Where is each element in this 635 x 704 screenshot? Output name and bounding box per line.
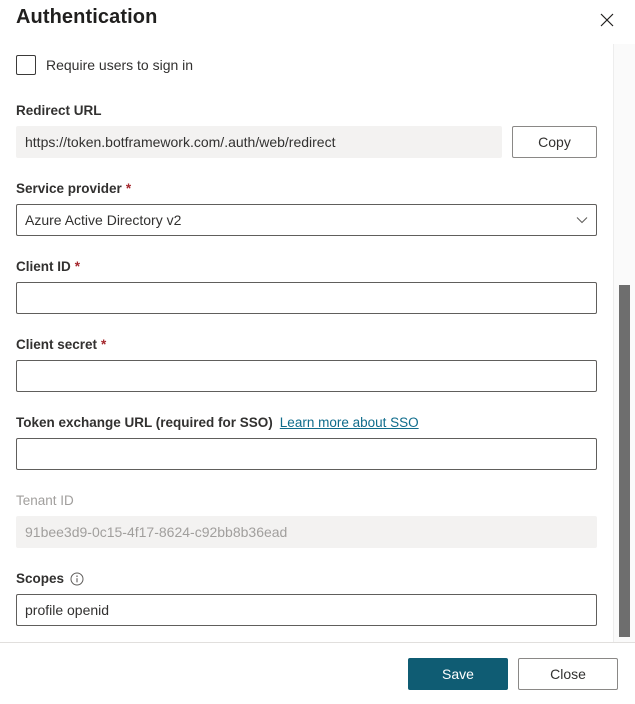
scopes-label: Scopes bbox=[16, 570, 597, 588]
redirect-url-label-text: Redirect URL bbox=[16, 103, 102, 118]
authentication-panel: Authentication Require users to sign in … bbox=[0, 0, 635, 704]
service-provider-dropdown[interactable]: Azure Active Directory v2 bbox=[16, 204, 597, 236]
tenant-id-label-text: Tenant ID bbox=[16, 493, 74, 508]
close-button[interactable]: Close bbox=[518, 658, 618, 690]
chevron-down-icon bbox=[576, 216, 588, 224]
require-signin-checkbox[interactable] bbox=[16, 55, 36, 75]
token-exchange-url-field: Token exchange URL (required for SSO) Le… bbox=[16, 414, 597, 470]
scopes-input[interactable] bbox=[16, 594, 597, 626]
token-exchange-url-label-text: Token exchange URL (required for SSO) bbox=[16, 415, 273, 430]
redirect-url-label: Redirect URL bbox=[16, 102, 597, 120]
panel-header: Authentication bbox=[0, 0, 635, 44]
token-exchange-url-input[interactable] bbox=[16, 438, 597, 470]
redirect-url-value: https://token.botframework.com/.auth/web… bbox=[16, 126, 502, 158]
require-signin-label: Require users to sign in bbox=[46, 57, 194, 73]
scopes-label-text: Scopes bbox=[16, 571, 65, 586]
tenant-id-field: Tenant ID 91bee3d9-0c15-4f17-8624-c92bb8… bbox=[16, 492, 597, 548]
info-circle-icon[interactable] bbox=[70, 572, 84, 586]
service-provider-label: Service provider * bbox=[16, 180, 597, 198]
tenant-id-label: Tenant ID bbox=[16, 492, 597, 510]
save-button[interactable]: Save bbox=[408, 658, 508, 690]
client-secret-input[interactable] bbox=[16, 360, 597, 392]
client-secret-field: Client secret * bbox=[16, 336, 597, 392]
panel-scrollbar-track[interactable] bbox=[613, 44, 635, 642]
copy-redirect-url-button[interactable]: Copy bbox=[512, 126, 597, 158]
learn-more-sso-link[interactable]: Learn more about SSO bbox=[280, 414, 419, 432]
required-marker: * bbox=[125, 181, 132, 196]
token-exchange-url-label: Token exchange URL (required for SSO) Le… bbox=[16, 414, 597, 432]
require-signin-checkbox-row[interactable]: Require users to sign in bbox=[16, 50, 597, 80]
redirect-url-row: https://token.botframework.com/.auth/web… bbox=[16, 126, 597, 158]
service-provider-selected-value: Azure Active Directory v2 bbox=[25, 212, 182, 228]
page-title: Authentication bbox=[16, 6, 158, 28]
close-panel-button[interactable] bbox=[593, 6, 621, 34]
client-id-label: Client ID * bbox=[16, 258, 597, 276]
panel-footer: Save Close bbox=[0, 642, 635, 704]
redirect-url-field: Redirect URL https://token.botframework.… bbox=[16, 102, 597, 158]
client-secret-label-text: Client secret bbox=[16, 337, 98, 352]
service-provider-label-text: Service provider bbox=[16, 181, 122, 196]
panel-body: Require users to sign in Redirect URL ht… bbox=[0, 44, 613, 642]
client-id-input[interactable] bbox=[16, 282, 597, 314]
service-provider-field: Service provider * Azure Active Director… bbox=[16, 180, 597, 236]
tenant-id-value: 91bee3d9-0c15-4f17-8624-c92bb8b36ead bbox=[16, 516, 597, 548]
footer-actions: Save Close bbox=[408, 658, 618, 690]
client-secret-label: Client secret * bbox=[16, 336, 597, 354]
scopes-field: Scopes bbox=[16, 570, 597, 626]
client-id-field: Client ID * bbox=[16, 258, 597, 314]
client-id-label-text: Client ID bbox=[16, 259, 71, 274]
panel-scrollbar-thumb[interactable] bbox=[619, 285, 630, 637]
close-icon bbox=[600, 13, 614, 27]
required-marker: * bbox=[101, 337, 107, 352]
required-marker: * bbox=[74, 259, 81, 274]
